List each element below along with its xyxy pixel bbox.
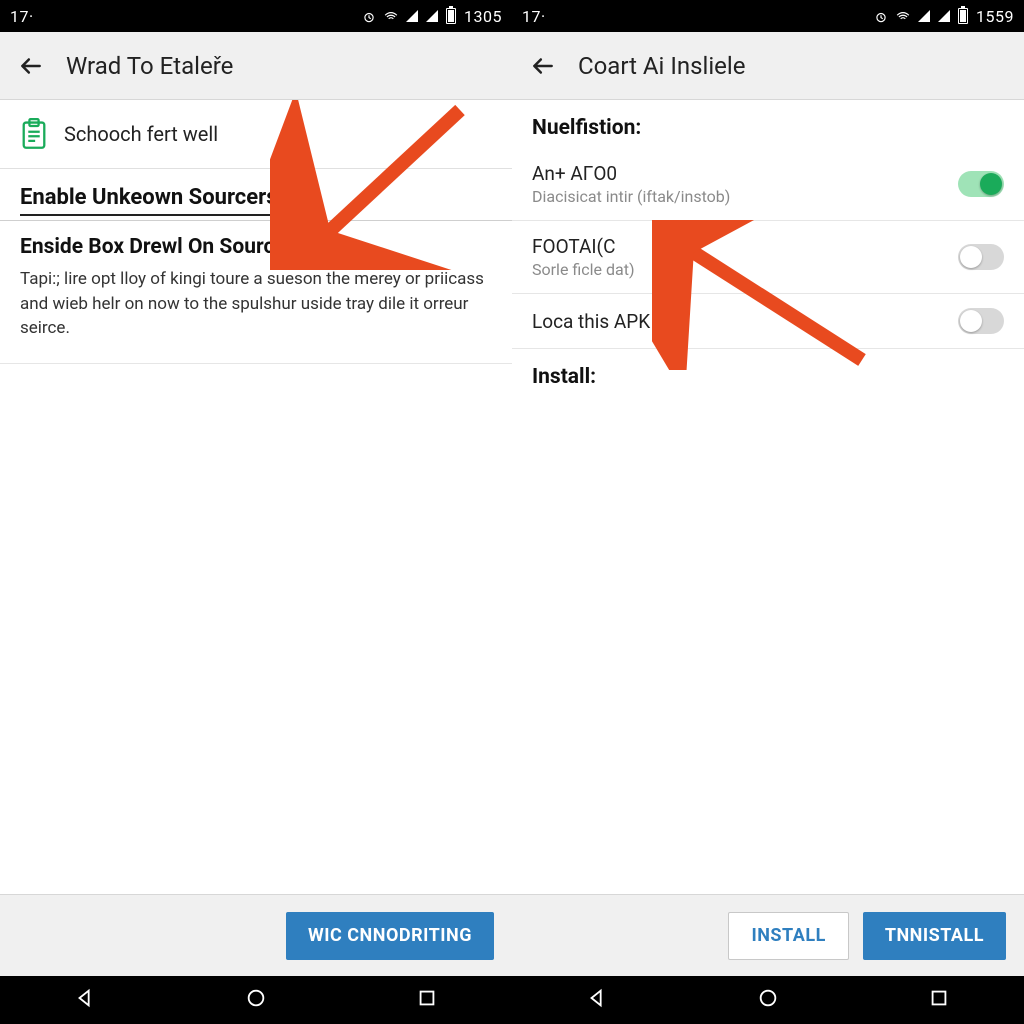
battery-icon [958, 8, 968, 24]
page-title: Coart Ai Insliele [578, 52, 745, 80]
toggle-switch[interactable] [958, 244, 1004, 270]
app-bar: Wrad To Etaleře [0, 32, 512, 100]
description-heading: Enside Box Drewl On Sourcer [20, 235, 492, 259]
page-title: Wrad To Etaleře [66, 52, 233, 80]
app-bar: Coart Ai Insliele [512, 32, 1024, 100]
status-time: 1305 [464, 7, 502, 26]
alarm-icon [362, 9, 376, 23]
document-icon [20, 118, 48, 150]
signal-icon [406, 10, 418, 22]
section-heading: Install: [512, 349, 1024, 397]
signal-icon [918, 10, 930, 22]
setting-row[interactable]: Loca this APK [512, 294, 1024, 349]
nav-bar [0, 976, 512, 1024]
install-button[interactable]: INSTALL [728, 912, 848, 960]
nav-recent-icon[interactable] [928, 987, 950, 1013]
signal-icon-2 [938, 10, 950, 22]
primary-button[interactable]: TNNISTALL [863, 912, 1006, 960]
wifi-icon [384, 9, 398, 23]
primary-button-label: TNNISTALL [885, 925, 984, 946]
back-icon[interactable] [18, 53, 44, 79]
toggle-switch[interactable] [958, 171, 1004, 197]
setting-row[interactable]: FOOTAI(C Sorle ficle dat) [512, 221, 1024, 294]
primary-button-label: WIC CNNODRITING [308, 925, 472, 946]
signal-icon-2 [426, 10, 438, 22]
right-screenshot: 17· 1559 Coart Ai Insliele Nuelfistion: … [512, 0, 1024, 1024]
left-screenshot: 17· 1305 Wrad To Etaleře Schooch fert [0, 0, 512, 1024]
description-block: Enside Box Drewl On Sourcer Tapi:; lire … [0, 221, 512, 364]
status-left-text: 17· [522, 7, 546, 26]
footer-bar: INSTALL TNNISTALL [512, 894, 1024, 976]
status-time: 1559 [976, 7, 1014, 26]
wifi-icon [896, 9, 910, 23]
content-area: Schooch fert well Enable Unkeown Sourcer… [0, 100, 512, 894]
setting-subtitle: Diacisicat intir (iftak/instob) [532, 187, 958, 206]
status-left-text: 17· [10, 7, 34, 26]
content-area: Nuelfistion: An+ AΓO0 Diacisicat intir (… [512, 100, 1024, 894]
description-body: Tapi:; lire opt lloy of kingi toure a su… [20, 267, 492, 341]
nav-home-icon[interactable] [245, 987, 267, 1013]
battery-icon [446, 8, 456, 24]
setting-title: Loca this APK [532, 310, 958, 333]
primary-button[interactable]: WIC CNNODRITING [286, 912, 494, 960]
status-bar: 17· 1305 [0, 0, 512, 32]
nav-home-icon[interactable] [757, 987, 779, 1013]
section-heading: Nuelfistion: [512, 100, 1024, 148]
nav-recent-icon[interactable] [416, 987, 438, 1013]
list-item[interactable]: Schooch fert well [0, 100, 512, 169]
toggle-switch[interactable] [958, 308, 1004, 334]
setting-title: FOOTAI(C [532, 235, 958, 258]
footer-bar: WIC CNNODRITING [0, 894, 512, 976]
setting-subtitle: Sorle ficle dat) [532, 260, 958, 279]
nav-back-icon[interactable] [586, 987, 608, 1013]
section-heading: Enable Unkeown Sourcers [0, 169, 512, 221]
setting-row[interactable]: An+ AΓO0 Diacisicat intir (iftak/instob) [512, 148, 1024, 221]
status-bar: 17· 1559 [512, 0, 1024, 32]
nav-bar [512, 976, 1024, 1024]
setting-title: An+ AΓO0 [532, 162, 958, 185]
back-icon[interactable] [530, 53, 556, 79]
nav-back-icon[interactable] [74, 987, 96, 1013]
alarm-icon [874, 9, 888, 23]
list-item-label: Schooch fert well [64, 122, 218, 146]
install-button-label: INSTALL [751, 925, 825, 946]
